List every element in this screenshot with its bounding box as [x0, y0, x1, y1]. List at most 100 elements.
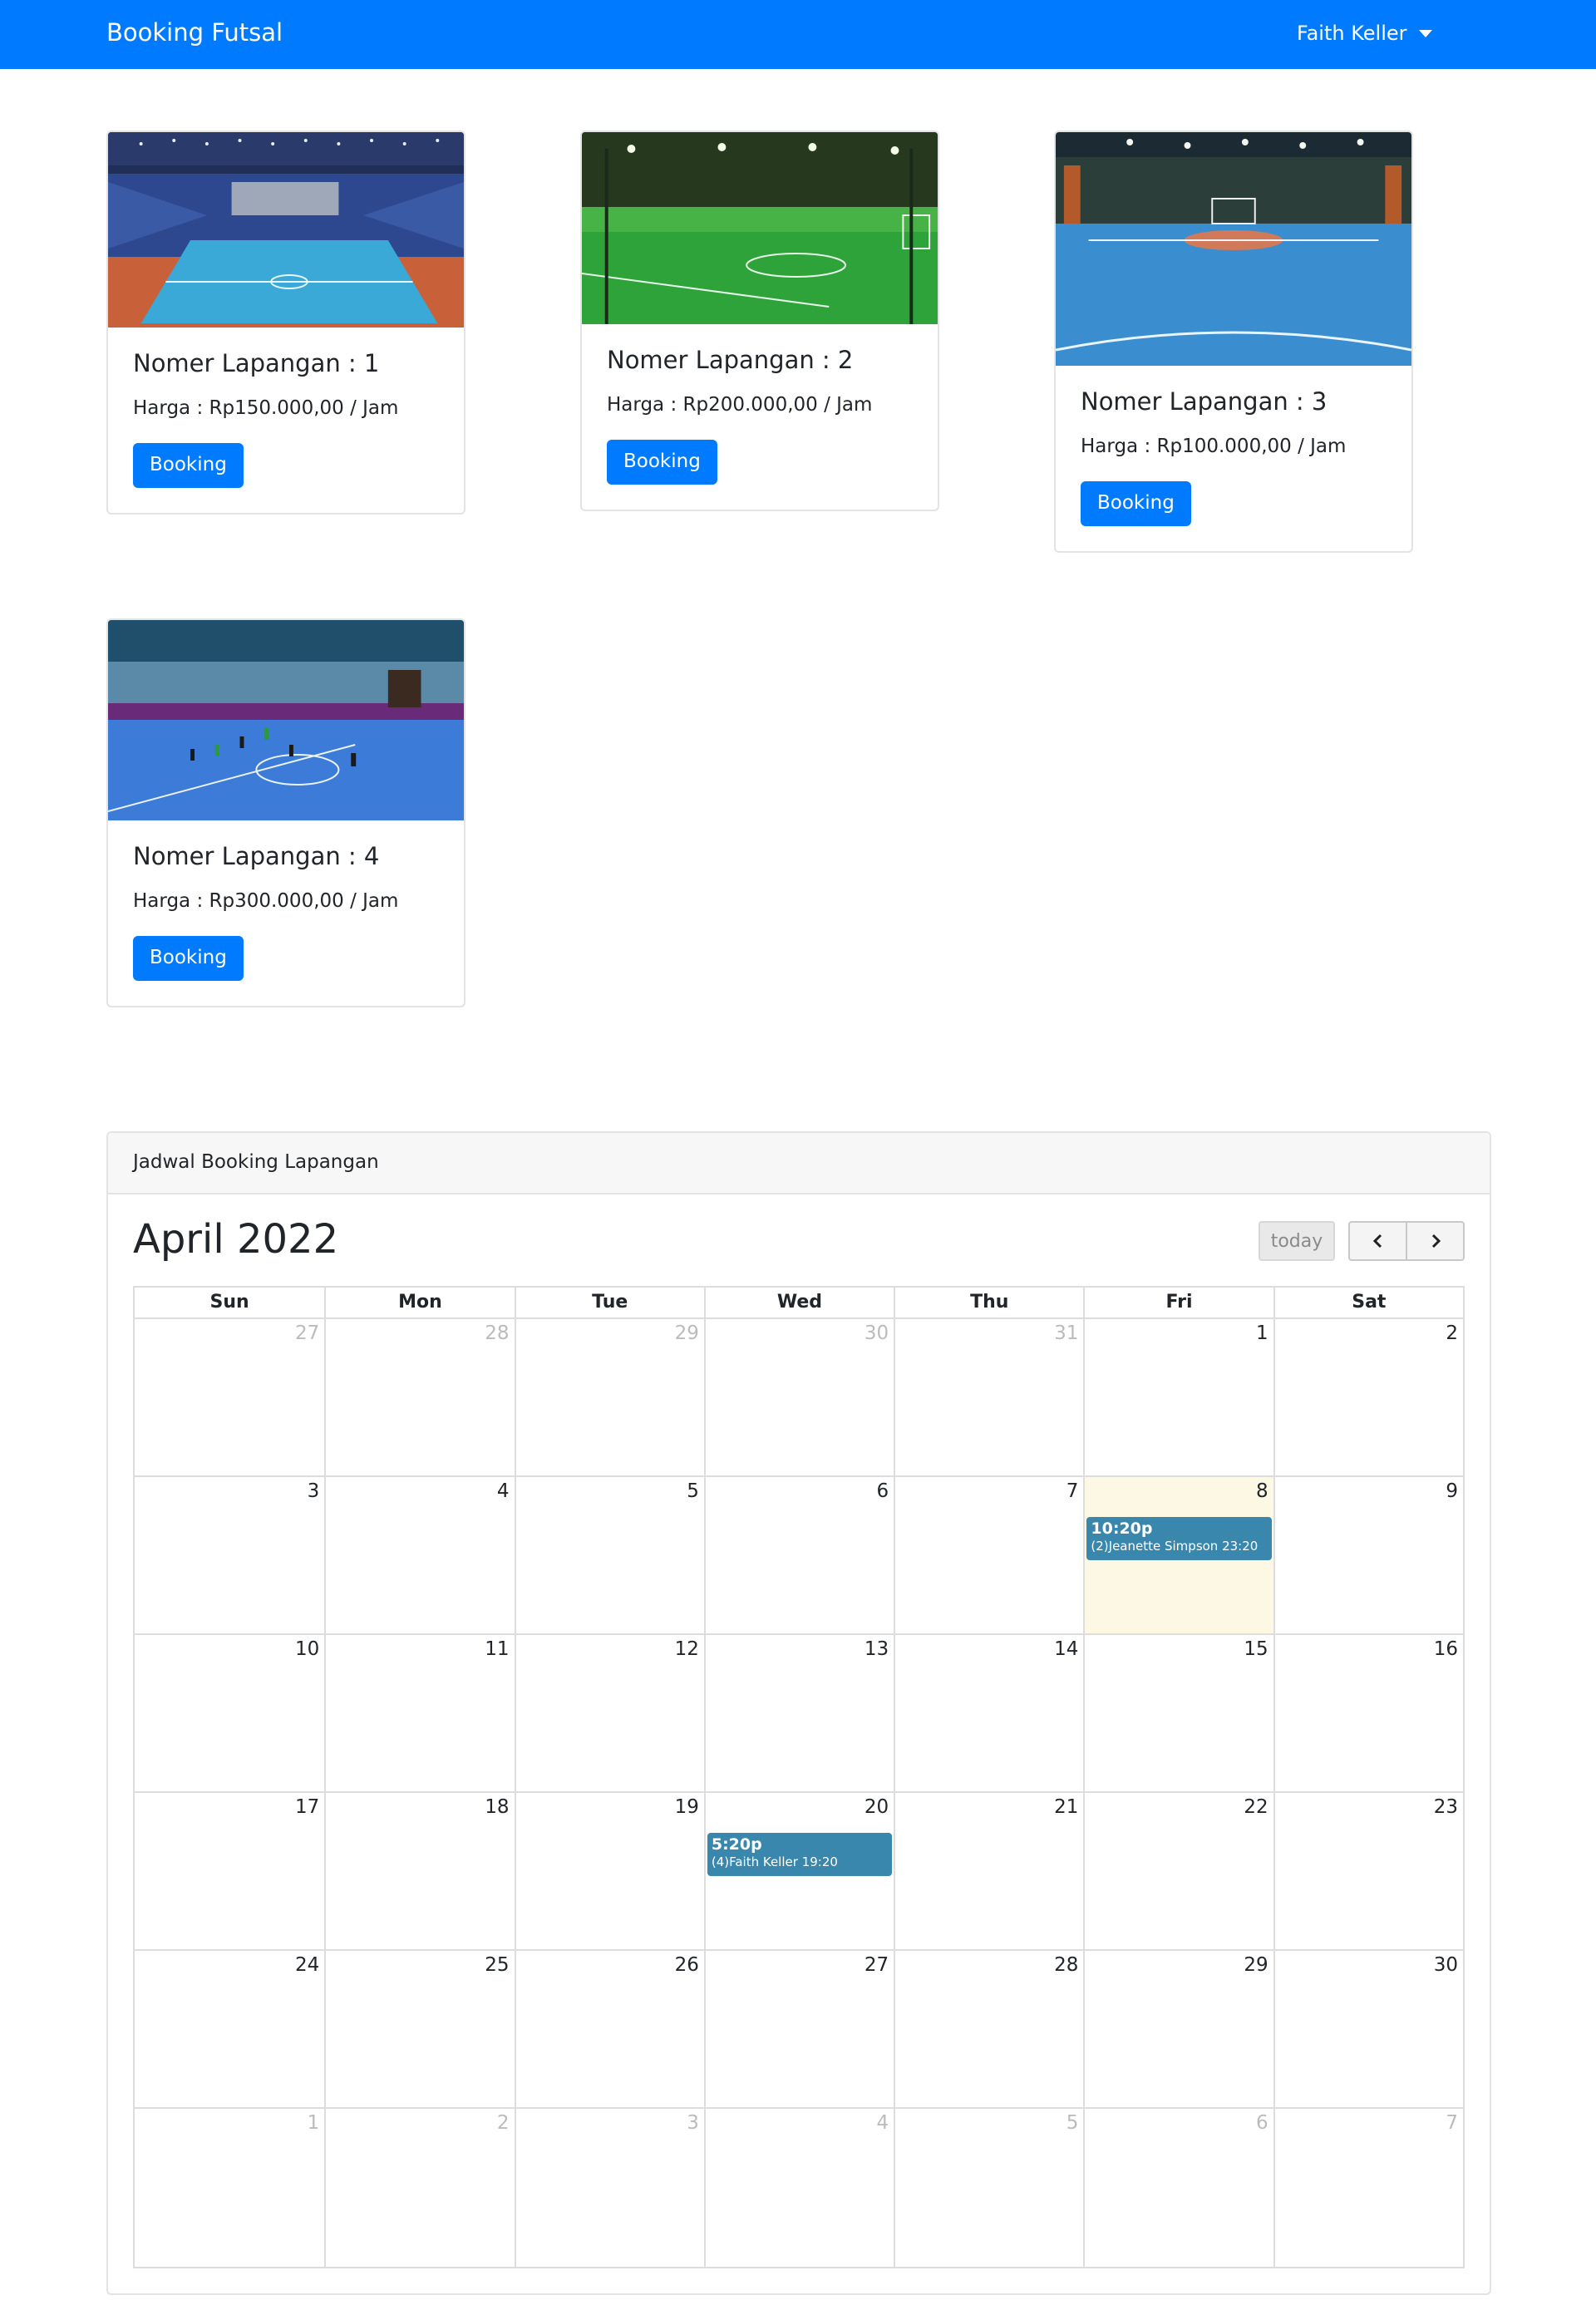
calendar-day[interactable]: 27: [135, 1319, 324, 1475]
calendar-week: 24 25 26 27 28 29 30: [135, 1951, 1463, 2109]
chevron-left-icon: [1372, 1234, 1382, 1249]
calendar-day[interactable]: 19: [514, 1793, 704, 1949]
day-header-tue: Tue: [514, 1288, 704, 1317]
day-number: 17: [295, 1796, 320, 1818]
calendar-week: 17 18 19 20 5:20p (4)Faith Keller 19:20 21 22 23: [135, 1793, 1463, 1951]
day-number: 4: [876, 2112, 889, 2134]
calendar-event[interactable]: 10:20p (2)Jeanette Simpson 23:20: [1086, 1517, 1272, 1560]
day-number: 13: [864, 1638, 889, 1660]
day-number: 12: [674, 1638, 699, 1660]
day-number: 20: [864, 1796, 889, 1818]
calendar-day[interactable]: 28: [324, 1319, 514, 1475]
calendar-day[interactable]: 22: [1083, 1793, 1273, 1949]
calendar-day[interactable]: 1: [1083, 1319, 1273, 1475]
day-number: 2: [1446, 1322, 1458, 1344]
calendar-day[interactable]: 16: [1273, 1635, 1463, 1791]
day-header-wed: Wed: [703, 1288, 894, 1317]
day-number: 19: [674, 1796, 699, 1818]
calendar-day[interactable]: 5: [514, 1477, 704, 1633]
day-number: 26: [674, 1954, 699, 1976]
day-number: 1: [1256, 1322, 1268, 1344]
calendar-month-title: April 2022: [133, 1216, 339, 1263]
day-number: 21: [1054, 1796, 1079, 1818]
calendar-day[interactable]: 5: [894, 2109, 1083, 2267]
calendar-grid: Sun Mon Tue Wed Thu Fri Sat 27 28 29 30 31 1 2 3 4 5 6 7 8…: [133, 1286, 1465, 2268]
calendar-day[interactable]: 7: [1273, 2109, 1463, 2267]
calendar-day[interactable]: 29: [514, 1319, 704, 1475]
calendar-day[interactable]: 30: [1273, 1951, 1463, 2107]
calendar-day[interactable]: 2: [324, 2109, 514, 2267]
calendar-day[interactable]: 29: [1083, 1951, 1273, 2107]
day-number: 27: [295, 1322, 320, 1344]
court-1-price: Harga : Rp150.000,00 / Jam: [133, 396, 399, 419]
calendar-day[interactable]: 3: [514, 2109, 704, 2267]
calendar-day[interactable]: 13: [703, 1635, 894, 1791]
calendar-day[interactable]: 18: [324, 1793, 514, 1949]
court-card-3: Nomer Lapangan : 3 Harga : Rp100.000,00 …: [1054, 131, 1413, 553]
day-number: 23: [1433, 1796, 1458, 1818]
court-2-image: [582, 132, 938, 324]
calendar-day[interactable]: 9: [1273, 1477, 1463, 1633]
calendar-day[interactable]: 20 5:20p (4)Faith Keller 19:20: [703, 1793, 894, 1949]
event-title: (2)Jeanette Simpson 23:20: [1091, 1539, 1259, 1554]
calendar-day[interactable]: 12: [514, 1635, 704, 1791]
day-number: 3: [687, 2112, 699, 2134]
calendar-day[interactable]: 23: [1273, 1793, 1463, 1949]
court-4-booking-button[interactable]: Booking: [133, 935, 244, 981]
calendar-day[interactable]: 25: [324, 1951, 514, 2107]
calendar-day[interactable]: 10: [135, 1635, 324, 1791]
calendar-day[interactable]: 15: [1083, 1635, 1273, 1791]
calendar-day[interactable]: 2: [1273, 1319, 1463, 1475]
navbar: Booking Futsal Faith Keller: [0, 0, 1596, 69]
day-number: 29: [674, 1322, 699, 1344]
calendar-event[interactable]: 5:20p (4)Faith Keller 19:20: [707, 1833, 893, 1876]
calendar-day[interactable]: 30: [703, 1319, 894, 1475]
calendar-day[interactable]: 1: [135, 2109, 324, 2267]
calendar-day[interactable]: 17: [135, 1793, 324, 1949]
court-card-4: Nomer Lapangan : 4 Harga : Rp300.000,00 …: [106, 618, 466, 1007]
calendar-day[interactable]: 6: [1083, 2109, 1273, 2267]
month-navigation: [1348, 1221, 1465, 1261]
day-number: 7: [1446, 2112, 1458, 2134]
calendar-day[interactable]: 14: [894, 1635, 1083, 1791]
navbar-brand[interactable]: Booking Futsal: [106, 18, 283, 47]
day-header-sat: Sat: [1273, 1288, 1463, 1317]
calendar-day[interactable]: 3: [135, 1477, 324, 1633]
day-number: 24: [295, 1954, 320, 1976]
calendar-day[interactable]: 7: [894, 1477, 1083, 1633]
court-card-2: Nomer Lapangan : 2 Harga : Rp200.000,00 …: [580, 131, 939, 511]
calendar-day[interactable]: 4: [703, 2109, 894, 2267]
calendar-day[interactable]: 11: [324, 1635, 514, 1791]
court-card-1: Nomer Lapangan : 1 Harga : Rp150.000,00 …: [106, 131, 466, 515]
prev-month-button[interactable]: [1350, 1223, 1406, 1259]
calendar-day[interactable]: 24: [135, 1951, 324, 2107]
day-header-thu: Thu: [894, 1288, 1083, 1317]
day-number: 3: [307, 1480, 320, 1502]
day-number: 15: [1244, 1638, 1268, 1660]
day-number: 5: [1066, 2112, 1079, 2134]
event-time: 5:20p: [711, 1835, 762, 1854]
day-number: 10: [295, 1638, 320, 1660]
calendar-day[interactable]: 27: [703, 1951, 894, 2107]
calendar-day[interactable]: 28: [894, 1951, 1083, 2107]
day-number: 11: [485, 1638, 510, 1660]
today-button[interactable]: today: [1259, 1221, 1335, 1261]
day-number: 30: [864, 1322, 889, 1344]
day-number: 1: [307, 2112, 320, 2134]
calendar-day[interactable]: 4: [324, 1477, 514, 1633]
calendar-day[interactable]: 26: [514, 1951, 704, 2107]
court-4-price: Harga : Rp300.000,00 / Jam: [133, 889, 399, 912]
court-1-booking-button[interactable]: Booking: [133, 442, 244, 488]
next-month-button[interactable]: [1406, 1223, 1463, 1259]
calendar-day-today[interactable]: 8 10:20p (2)Jeanette Simpson 23:20: [1083, 1477, 1273, 1633]
day-header-fri: Fri: [1083, 1288, 1273, 1317]
calendar-day[interactable]: 21: [894, 1793, 1083, 1949]
calendar-day[interactable]: 31: [894, 1319, 1083, 1475]
court-2-booking-button[interactable]: Booking: [607, 439, 717, 485]
court-3-booking-button[interactable]: Booking: [1081, 480, 1191, 526]
user-dropdown[interactable]: Faith Keller: [1297, 22, 1432, 45]
calendar-day[interactable]: 6: [703, 1477, 894, 1633]
day-of-week-header: Sun Mon Tue Wed Thu Fri Sat: [135, 1288, 1463, 1319]
day-number: 18: [485, 1796, 510, 1818]
day-header-mon: Mon: [324, 1288, 514, 1317]
